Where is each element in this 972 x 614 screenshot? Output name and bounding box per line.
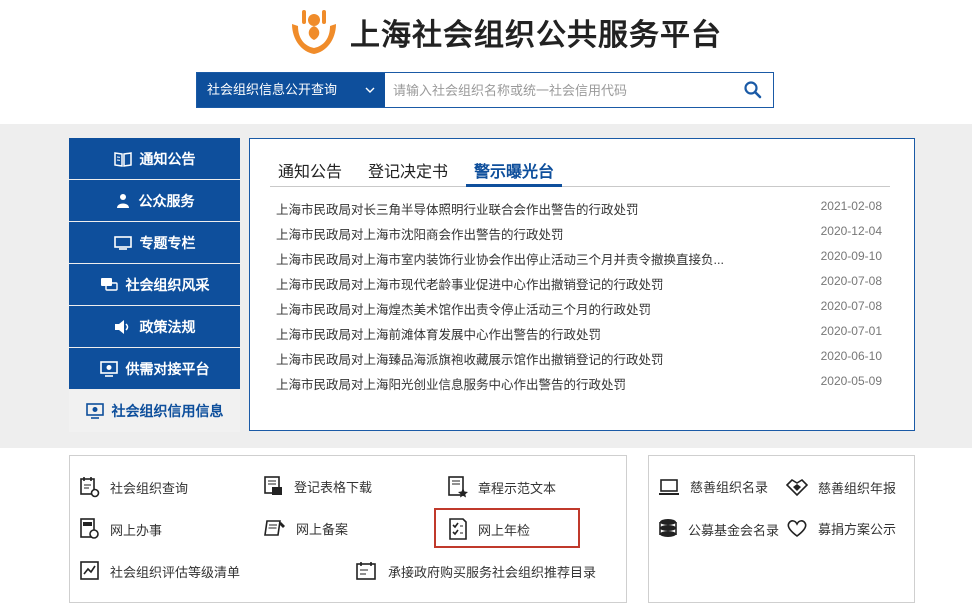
sidebar-item-label: 社会组织信用信息	[111, 403, 224, 419]
person-icon	[116, 193, 129, 208]
chart-board-icon	[80, 561, 99, 580]
news-title[interactable]: 上海市民政局对上海煌杰美术馆作出责令停止活动三个月的行政处罚	[276, 299, 651, 324]
service-label: 网上备案	[296, 521, 349, 537]
chat-icon	[100, 277, 118, 291]
search-scope-select[interactable]: 社会组织信息公开查询	[197, 73, 385, 107]
service-label: 社会组织评估等级清单	[110, 564, 241, 580]
tab-notices[interactable]: 通知公告	[270, 159, 350, 187]
search-input[interactable]	[385, 73, 735, 107]
list-item[interactable]: 上海市民政局对上海前滩体育发展中心作出警告的行政处罚 2020-07-01	[276, 324, 882, 349]
list-item[interactable]: 上海市民政局对上海市室内装饰行业协会作出停止活动三个月并责令撤换直接负... 20…	[276, 249, 882, 274]
site-logo-icon	[292, 10, 336, 54]
service-label: 募捐方案公示	[818, 521, 897, 537]
sidebar-item-notices[interactable]: 通知公告	[69, 138, 240, 180]
charity-annual-link[interactable]: 慈善组织年报	[786, 477, 896, 497]
sidebar-item-supply-demand[interactable]: 供需对接平台	[69, 348, 240, 390]
news-title[interactable]: 上海市民政局对上海臻品海派旗袍收藏展示馆作出撤销登记的行政处罚	[276, 349, 664, 374]
news-tabs: 通知公告 登记决定书 警示曝光台	[270, 159, 890, 187]
news-date: 2021-02-08	[820, 199, 882, 213]
list-item[interactable]: 上海市民政局对上海市现代老龄事业促进中心作出撤销登记的行政处罚 2020-07-0…	[276, 274, 882, 299]
service-label: 登记表格下载	[294, 479, 373, 495]
form-download-icon	[264, 476, 282, 495]
site-title: 上海社会组织公共服务平台	[350, 18, 722, 53]
news-panel: 通知公告 登记决定书 警示曝光台 上海市民政局对长三角半导体照明行业联合会作出警…	[249, 138, 915, 431]
handshake-icon	[786, 478, 808, 497]
list-item[interactable]: 上海市民政局对上海阳光创业信息服务中心作出警告的行政处罚 2020-05-09	[276, 374, 882, 399]
sidebar-item-policy[interactable]: 政策法规	[69, 306, 240, 348]
news-list: 上海市民政局对长三角半导体照明行业联合会作出警告的行政处罚 2021-02-08 …	[276, 199, 882, 399]
news-title[interactable]: 上海市民政局对上海市沈阳商会作出警告的行政处罚	[276, 224, 564, 249]
book-icon	[113, 151, 132, 167]
sidebar-item-label: 公众服务	[138, 192, 195, 209]
filing-icon	[264, 520, 285, 536]
sidebar-nav: 通知公告 公众服务 专题专栏 社会组织风采 政策法规 供需对接平台 社会组织信用…	[69, 138, 240, 432]
list-item[interactable]: 上海市民政局对上海市沈阳商会作出警告的行政处罚 2020-12-04	[276, 224, 882, 249]
rating-list-link[interactable]: 社会组织评估等级清单	[80, 561, 240, 581]
online-filing-link[interactable]: 网上备案	[264, 518, 348, 538]
search-bar: 社会组织信息公开查询	[196, 72, 774, 108]
news-date: 2020-06-10	[820, 349, 882, 363]
news-date: 2020-07-08	[820, 299, 882, 313]
news-title[interactable]: 上海市民政局对长三角半导体照明行业联合会作出警告的行政处罚	[276, 199, 639, 224]
charter-template-link[interactable]: 章程示范文本	[448, 476, 556, 498]
charity-list-link[interactable]: 慈善组织名录	[658, 477, 768, 496]
list-item[interactable]: 上海市民政局对长三角半导体照明行业联合会作出警告的行政处罚 2021-02-08	[276, 199, 882, 224]
sidebar-item-org-showcase[interactable]: 社会组织风采	[69, 264, 240, 306]
monitor-icon	[113, 235, 132, 250]
service-label: 慈善组织年报	[818, 480, 897, 496]
coins-icon	[659, 519, 677, 537]
screen-icon	[85, 403, 104, 419]
sidebar-item-public-service[interactable]: 公众服务	[69, 180, 240, 222]
gov-purchase-link[interactable]: 承接政府购买服务社会组织推荐目录	[356, 561, 596, 581]
sidebar-item-credit-info[interactable]: 社会组织信用信息	[69, 390, 240, 432]
speaker-icon	[114, 319, 128, 334]
sidebar-item-label: 专题专栏	[139, 234, 196, 251]
calendar-edit-icon	[356, 562, 376, 580]
chevron-down-icon	[365, 87, 375, 93]
sidebar-item-label: 通知公告	[139, 150, 196, 167]
search-icon[interactable]	[743, 80, 763, 100]
service-label: 公募基金会名录	[688, 522, 780, 538]
service-label: 网上办事	[110, 522, 163, 538]
news-title[interactable]: 上海市民政局对上海阳光创业信息服务中心作出警告的行政处罚	[276, 374, 626, 399]
news-date: 2020-07-01	[820, 324, 882, 338]
sidebar-item-label: 政策法规	[139, 318, 196, 335]
screen-icon	[99, 360, 118, 377]
foundation-list-link[interactable]: 公募基金会名录	[658, 518, 779, 540]
fundraising-plan-link[interactable]: 募捐方案公示	[786, 518, 896, 538]
online-affairs-link[interactable]: 网上办事	[80, 518, 162, 540]
document-clock-icon	[80, 518, 99, 539]
news-date: 2020-12-04	[820, 224, 882, 238]
news-date: 2020-05-09	[820, 374, 882, 388]
list-item[interactable]: 上海市民政局对上海煌杰美术馆作出责令停止活动三个月的行政处罚 2020-07-08	[276, 299, 882, 324]
news-title[interactable]: 上海市民政局对上海市室内装饰行业协会作出停止活动三个月并责令撤换直接负...	[276, 249, 724, 274]
tab-registration-decisions[interactable]: 登记决定书	[360, 159, 456, 187]
form-download-link[interactable]: 登记表格下载	[264, 476, 372, 496]
service-label: 承接政府购买服务社会组织推荐目录	[388, 564, 597, 580]
news-title[interactable]: 上海市民政局对上海市现代老龄事业促进中心作出撤销登记的行政处罚	[276, 274, 664, 299]
site-header: 上海社会组织公共服务平台 社会组织信息公开查询	[0, 0, 972, 124]
search-scope-label: 社会组织信息公开查询	[207, 82, 338, 97]
list-item[interactable]: 上海市民政局对上海臻品海派旗袍收藏展示馆作出撤销登记的行政处罚 2020-06-1…	[276, 349, 882, 374]
service-label: 章程示范文本	[478, 480, 557, 496]
calendar-search-icon	[80, 477, 100, 498]
heart-icon	[787, 520, 807, 538]
laptop-icon	[659, 478, 679, 495]
news-date: 2020-07-08	[820, 274, 882, 288]
annual-inspection-highlight	[434, 508, 580, 548]
tab-warnings[interactable]: 警示曝光台	[466, 159, 563, 187]
service-label: 慈善组织名录	[690, 480, 769, 495]
org-query-link[interactable]: 社会组织查询	[80, 476, 188, 498]
sidebar-item-label: 供需对接平台	[125, 360, 210, 377]
sidebar-item-label: 社会组织风采	[125, 276, 210, 293]
news-title[interactable]: 上海市民政局对上海前滩体育发展中心作出警告的行政处罚	[276, 324, 601, 349]
news-date: 2020-09-10	[820, 249, 882, 263]
service-label: 社会组织查询	[110, 480, 189, 496]
document-star-icon	[448, 476, 468, 498]
sidebar-item-topics[interactable]: 专题专栏	[69, 222, 240, 264]
